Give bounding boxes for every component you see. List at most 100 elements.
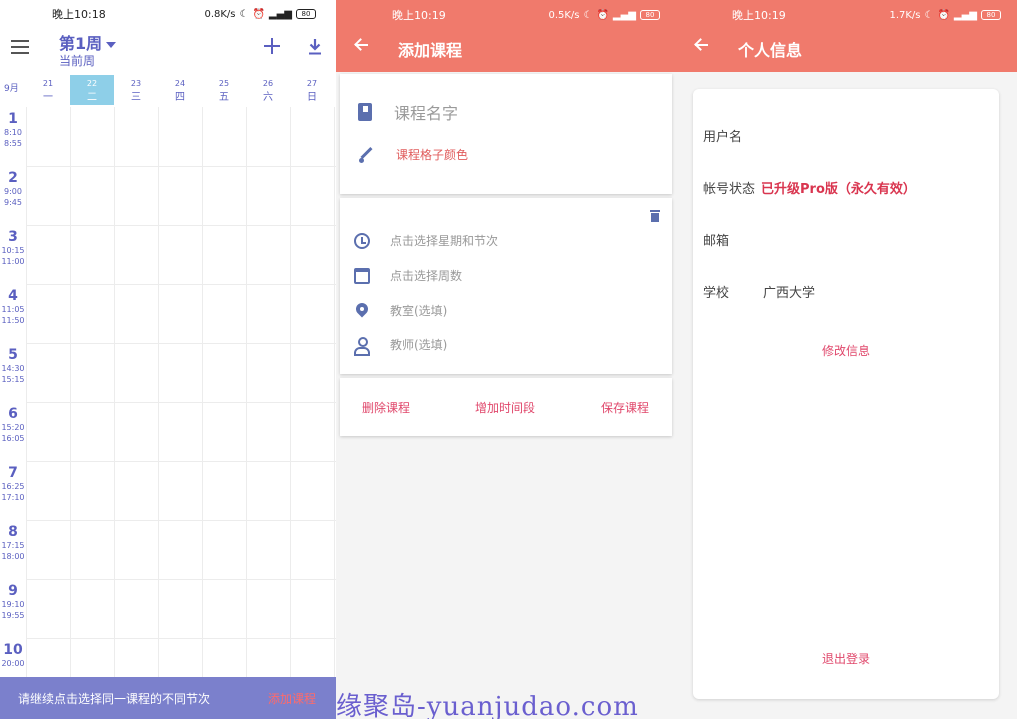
period-end-time: 15:15 [1, 375, 25, 384]
book-icon [358, 103, 372, 121]
grid-column-line [202, 107, 203, 682]
period-start-time: 20:00 [1, 659, 25, 668]
period-number: 5 [8, 347, 18, 363]
period-start-time: 14:30 [1, 364, 25, 373]
email-label: 邮箱 [703, 234, 730, 249]
profile-screen: 晚上10:19 1.7K/s ☾ ⏰ ▂▄▆ 80 个人信息 用户名 帐号状态 … [676, 0, 1017, 719]
period-2: 2 9:00 9:45 [0, 170, 26, 208]
period-start-time: 17:15 [1, 541, 25, 550]
week-selector[interactable]: 第1周 [59, 30, 117, 54]
day-header-6: 26 六 [246, 75, 290, 105]
menu-icon[interactable] [11, 40, 29, 54]
period-5: 5 14:30 15:15 [0, 347, 26, 385]
grid-row-line [26, 638, 336, 639]
save-course-button[interactable]: 保存课程 [601, 399, 649, 416]
add-course-screen: 晚上10:19 0.5K/s ☾ ⏰ ▂▄▆ 80 添加课程 课程名字 课程格子… [336, 0, 676, 719]
back-arrow-icon[interactable] [354, 38, 368, 52]
period-9: 9 19:10 19:55 [0, 583, 26, 621]
day-name: 六 [263, 92, 273, 103]
email-row: 邮箱 [703, 230, 735, 249]
period-end-time: 18:00 [1, 552, 25, 561]
trash-icon[interactable] [650, 210, 660, 222]
logout-button[interactable]: 退出登录 [693, 650, 999, 667]
period-end-time: 9:45 [4, 198, 22, 207]
period-start-time: 10:15 [1, 246, 25, 255]
edit-info-button[interactable]: 修改信息 [693, 342, 999, 359]
school-label: 学校 [703, 286, 730, 301]
status-indicators: 0.8K/s ☾ ⏰ ▂▄▆ 80 [204, 9, 316, 20]
school-row: 学校 广西大学 [703, 282, 815, 301]
profile-appbar: 晚上10:19 1.7K/s ☾ ⏰ ▂▄▆ 80 个人信息 [676, 0, 1017, 72]
network-speed: 0.5K/s [548, 9, 580, 21]
course-name-input[interactable]: 课程名字 [358, 100, 458, 124]
day-date: 27 [306, 79, 318, 88]
grid-column-line [114, 107, 115, 682]
status-bar: 晚上10:19 1.7K/s ☾ ⏰ ▂▄▆ 80 [676, 7, 1017, 23]
classroom-label: 教室(选填) [390, 304, 448, 318]
back-arrow-icon[interactable] [694, 38, 708, 52]
day-header-3: 23 三 [114, 75, 158, 105]
grid-row-line [26, 520, 336, 521]
snackbar: 请继续点击选择同一课程的不同节次 添加课程 [0, 677, 336, 719]
moon-icon: ☾ [924, 9, 934, 21]
current-week-label: 当前周 [59, 54, 96, 68]
course-color-label: 课程格子颜色 [396, 148, 469, 162]
timetable-screen: 晚上10:18 0.8K/s ☾ ⏰ ▂▄▆ 80 第1周 当前周 9月 21 一… [0, 0, 336, 719]
period-10: 10 20:00 [0, 642, 26, 669]
teacher-label: 教师(选填) [390, 338, 448, 352]
grid-row-line [26, 579, 336, 580]
battery-icon: 80 [640, 10, 660, 20]
day-date: 26 [262, 79, 274, 88]
classroom-field[interactable]: 教室(选填) [354, 302, 447, 319]
period-4: 4 11:05 11:50 [0, 288, 26, 326]
snackbar-add-course-button[interactable]: 添加课程 [268, 690, 316, 707]
course-color-picker[interactable]: 课程格子颜色 [358, 146, 468, 163]
day-name: 日 [307, 92, 317, 103]
grid-column-line [70, 107, 71, 682]
day-name: 四 [175, 92, 185, 103]
download-icon[interactable] [308, 38, 322, 56]
period-number: 10 [3, 642, 23, 658]
period-8: 8 17:15 18:00 [0, 524, 26, 562]
page-title: 添加课程 [398, 41, 463, 60]
day-date: 23 [130, 79, 142, 88]
username-label: 用户名 [703, 130, 743, 145]
clock-icon [354, 232, 370, 249]
period-7: 7 16:25 17:10 [0, 465, 26, 503]
day-name: 二 [87, 92, 97, 103]
battery-icon: 80 [296, 9, 316, 19]
grid-column-line [334, 107, 335, 682]
battery-icon: 80 [981, 10, 1001, 20]
add-time-slot-button[interactable]: 增加时间段 [475, 399, 535, 416]
caret-down-icon [106, 41, 117, 48]
grid-row-line [26, 402, 336, 403]
weekday-period-field[interactable]: 点击选择星期和节次 [354, 232, 498, 249]
period-3: 3 10:15 11:00 [0, 229, 26, 267]
grid-column-line [290, 107, 291, 682]
course-actions-card: 删除课程 增加时间段 保存课程 [340, 378, 672, 436]
timetable-grid[interactable] [26, 107, 336, 698]
day-name: 三 [131, 92, 141, 103]
period-start-time: 16:25 [1, 482, 25, 491]
course-time-card: 点击选择星期和节次 点击选择周数 教室(选填) 教师(选填) [340, 198, 672, 374]
period-number: 1 [8, 111, 18, 127]
timetable-toolbar: 第1周 当前周 [0, 28, 336, 72]
add-icon[interactable] [264, 38, 280, 54]
day-date: 25 [218, 79, 230, 88]
period-number: 2 [8, 170, 18, 186]
period-end-time: 8:55 [4, 139, 22, 148]
alarm-icon: ⏰ [252, 8, 265, 20]
profile-card: 用户名 帐号状态 已升级Pro版（永久有效） 邮箱 学校 广西大学 修改信息 退… [693, 89, 999, 699]
account-status-row: 帐号状态 已升级Pro版（永久有效） [703, 178, 916, 197]
status-bar: 晚上10:19 0.5K/s ☾ ⏰ ▂▄▆ 80 [336, 7, 676, 23]
teacher-field[interactable]: 教师(选填) [354, 336, 448, 356]
weeks-field[interactable]: 点击选择周数 [354, 267, 462, 284]
screenshot-collage: 晚上10:18 0.8K/s ☾ ⏰ ▂▄▆ 80 第1周 当前周 9月 21 一… [0, 0, 1017, 719]
period-start-time: 9:00 [4, 187, 22, 196]
status-indicators: 1.7K/s ☾ ⏰ ▂▄▆ 80 [889, 7, 1001, 23]
period-start-time: 8:10 [4, 128, 22, 137]
course-name-placeholder: 课程名字 [394, 104, 459, 123]
day-header-4: 24 四 [158, 75, 202, 105]
delete-course-button[interactable]: 删除课程 [362, 399, 410, 416]
period-number: 3 [8, 229, 18, 245]
